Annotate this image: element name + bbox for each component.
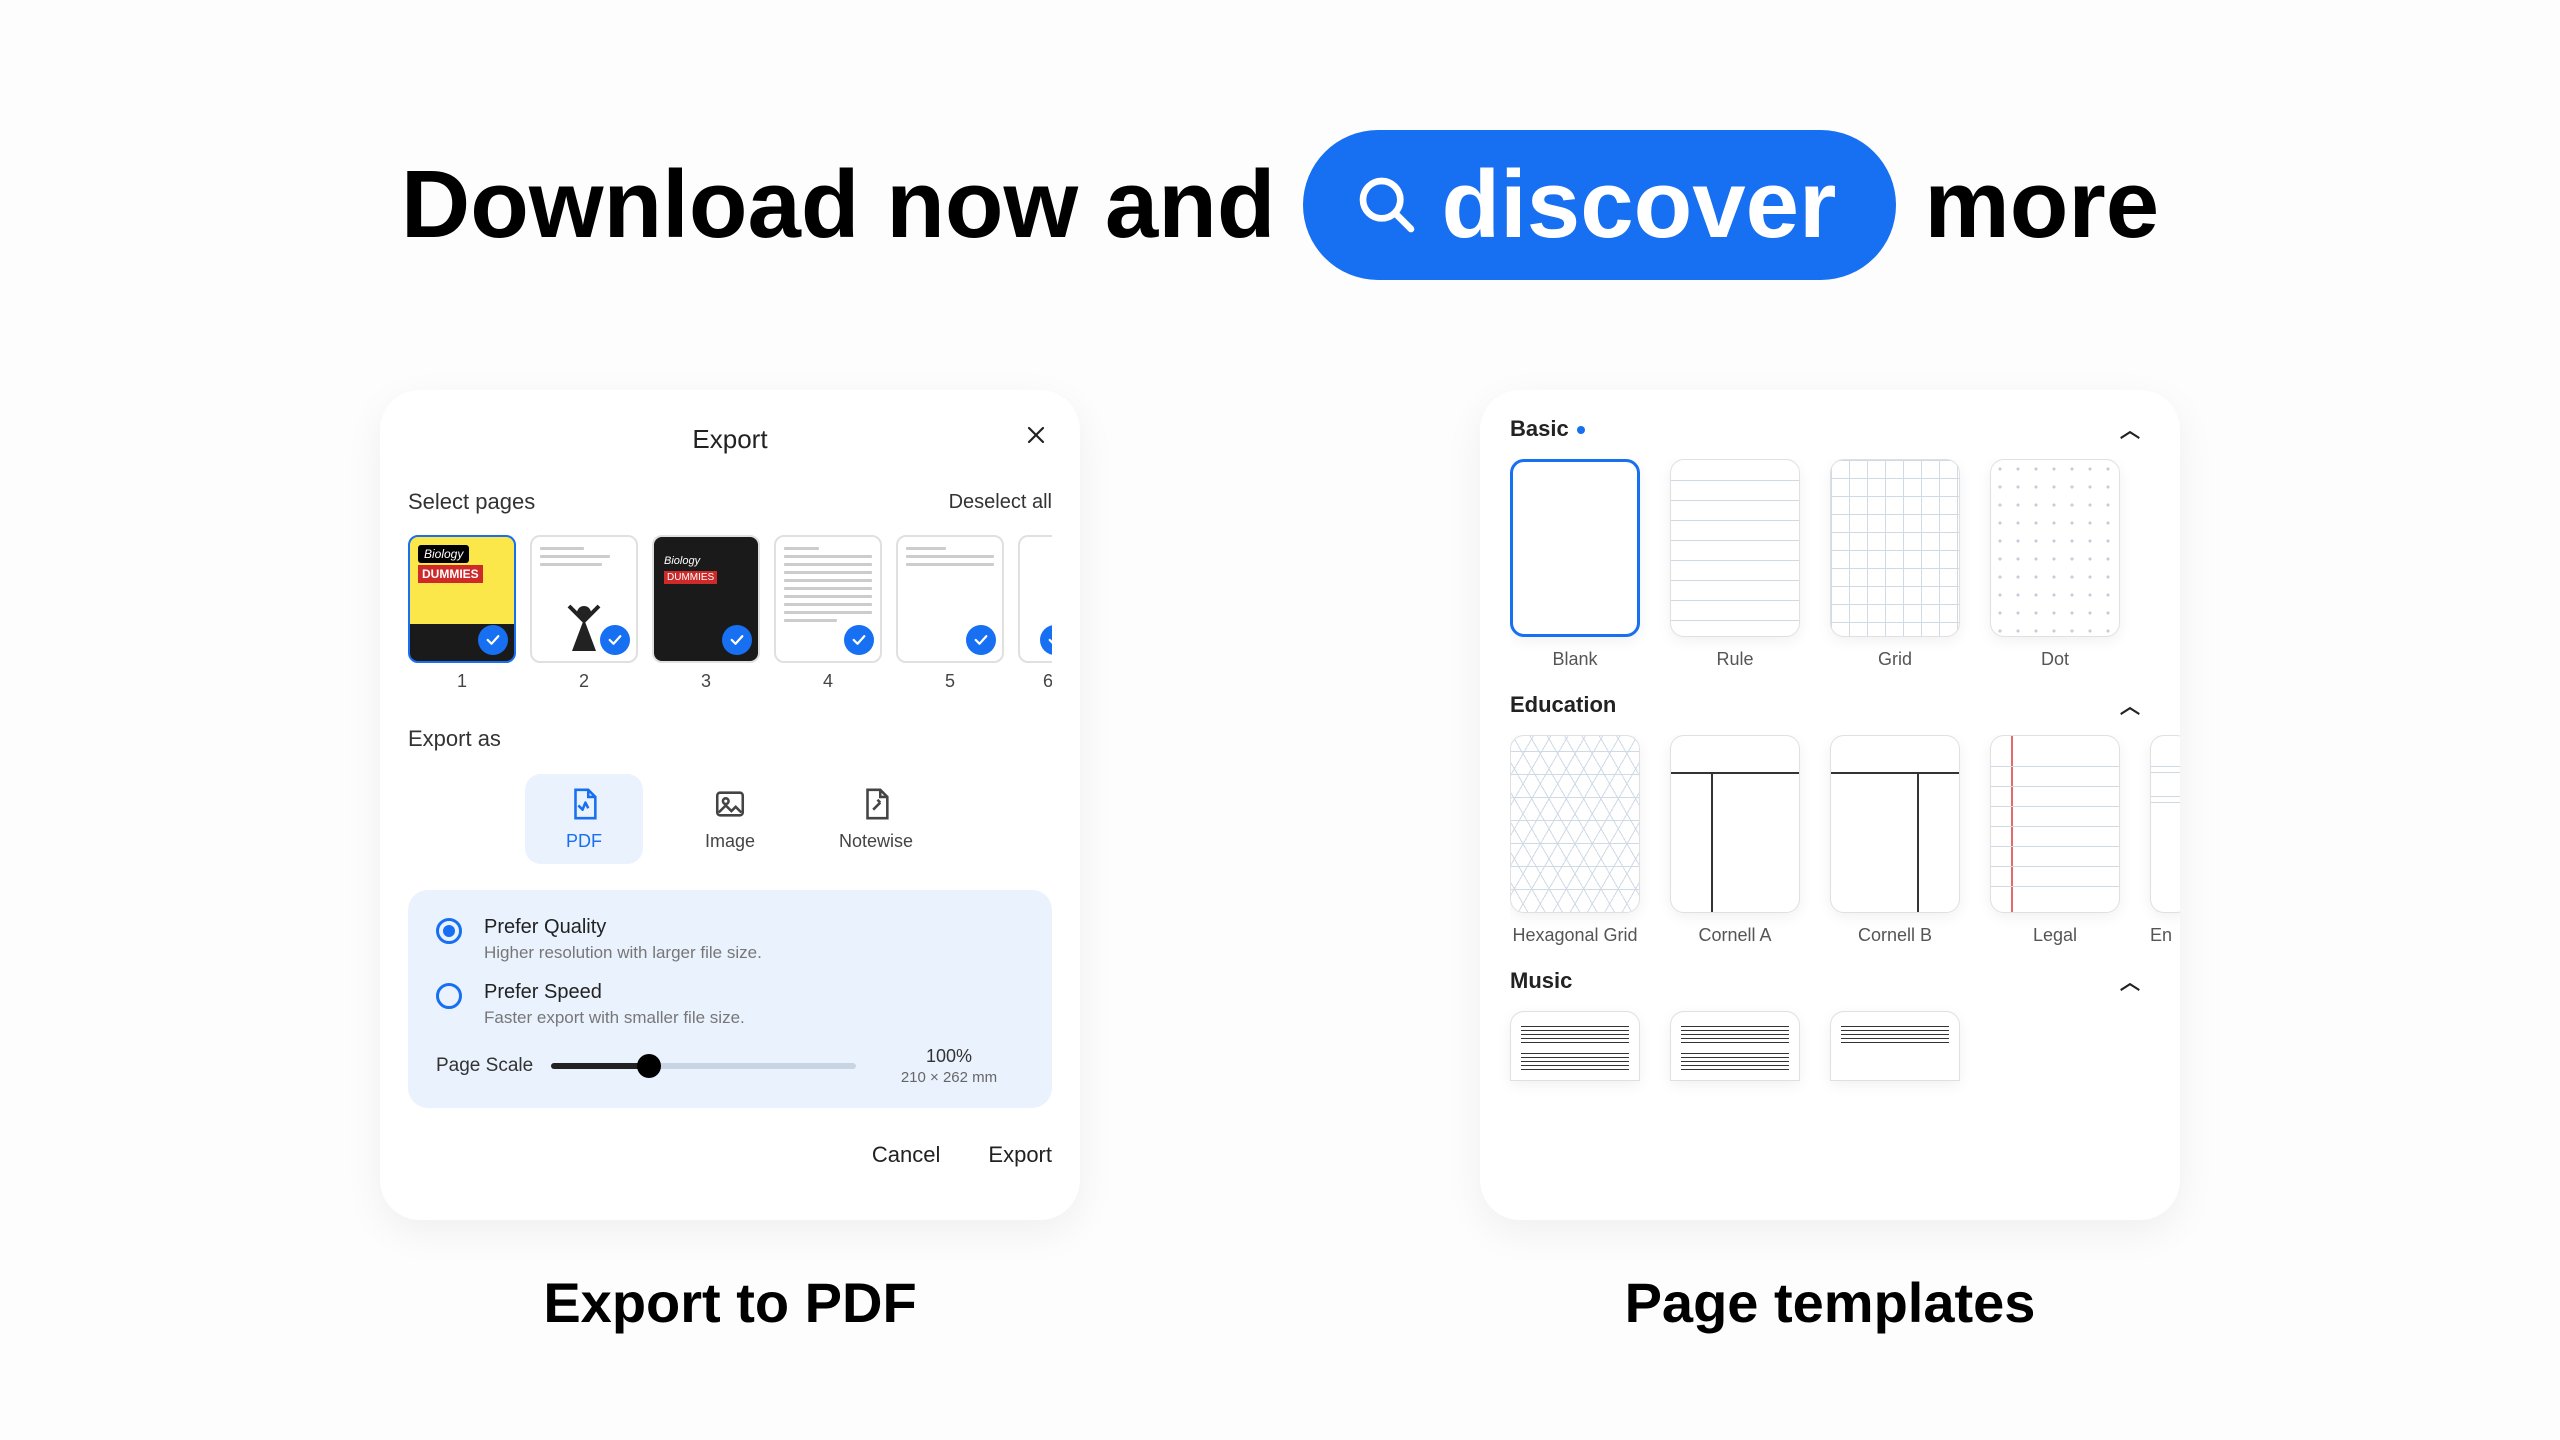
check-icon — [600, 625, 630, 655]
page-scale-label: Page Scale — [436, 1055, 533, 1077]
check-icon — [478, 625, 508, 655]
radio-icon — [436, 983, 462, 1009]
caption-right: Page templates — [1625, 1270, 2036, 1335]
template-dot[interactable]: Dot — [1990, 459, 2120, 670]
check-icon — [844, 625, 874, 655]
headline-pre: Download now and — [401, 150, 1276, 260]
active-dot-icon — [1577, 426, 1585, 434]
radio-speed[interactable]: Prefer Speed Faster export with smaller … — [436, 981, 1024, 1028]
page-thumb-5[interactable]: 5 — [896, 535, 1004, 692]
template-english[interactable]: En — [2150, 735, 2180, 946]
export-title: Export — [692, 424, 767, 454]
pdf-icon — [567, 787, 601, 821]
chevron-up-icon: ︿ — [2120, 414, 2140, 443]
export-panel: Export Select pages Deselect all Biology… — [380, 390, 1080, 1220]
deselect-all-button[interactable]: Deselect all — [949, 491, 1052, 514]
template-legal[interactable]: Legal — [1990, 735, 2120, 946]
check-icon — [722, 625, 752, 655]
template-music-2[interactable] — [1670, 1011, 1800, 1081]
page-thumb-2[interactable]: 2 — [530, 535, 638, 692]
close-button[interactable] — [1026, 420, 1046, 452]
section-education-header[interactable]: Education ︿ — [1510, 690, 2180, 719]
page-thumb-4[interactable]: 4 — [774, 535, 882, 692]
pages-strip: BiologyDUMMIES 1 2 BiologyDUMMIES — [408, 535, 1052, 698]
image-icon — [713, 787, 747, 821]
templates-panel: Basic ︿ Blank Rule Grid — [1480, 390, 2180, 1220]
radio-quality[interactable]: Prefer Quality Higher resolution with la… — [436, 916, 1024, 963]
search-icon — [1355, 173, 1419, 237]
section-basic-header[interactable]: Basic ︿ — [1510, 414, 2180, 443]
chevron-up-icon: ︿ — [2120, 690, 2140, 719]
template-cornell-a[interactable]: Cornell A — [1670, 735, 1800, 946]
scale-readout: 100% 210 × 262 mm — [874, 1046, 1024, 1086]
page-scale-slider[interactable] — [551, 1063, 856, 1069]
discover-pill[interactable]: discover — [1303, 130, 1896, 280]
check-icon — [1040, 625, 1052, 655]
notewise-icon — [859, 787, 893, 821]
format-notewise[interactable]: Notewise — [817, 774, 935, 864]
export-as-label: Export as — [408, 726, 1052, 752]
cancel-button[interactable]: Cancel — [872, 1142, 940, 1168]
chevron-up-icon: ︿ — [2120, 966, 2140, 995]
page-thumb-3[interactable]: BiologyDUMMIES 3 — [652, 535, 760, 692]
radio-icon — [436, 918, 462, 944]
template-music-3[interactable] — [1830, 1011, 1960, 1081]
template-music-1[interactable] — [1510, 1011, 1640, 1081]
select-pages-label: Select pages — [408, 489, 535, 515]
person-icon — [564, 601, 604, 661]
template-cornell-b[interactable]: Cornell B — [1830, 735, 1960, 946]
section-music-header[interactable]: Music ︿ — [1510, 966, 2180, 995]
discover-text: discover — [1441, 150, 1836, 260]
template-grid[interactable]: Grid — [1830, 459, 1960, 670]
headline-post: more — [1924, 150, 2159, 260]
quality-box: Prefer Quality Higher resolution with la… — [408, 890, 1052, 1108]
export-button[interactable]: Export — [988, 1142, 1052, 1168]
template-blank[interactable]: Blank — [1510, 459, 1640, 670]
template-hexagonal[interactable]: Hexagonal Grid — [1510, 735, 1640, 946]
close-icon — [1026, 425, 1046, 445]
page-thumb-6[interactable]: 6 — [1018, 535, 1052, 692]
caption-left: Export to PDF — [543, 1270, 916, 1335]
template-rule[interactable]: Rule — [1670, 459, 1800, 670]
page-thumb-1[interactable]: BiologyDUMMIES 1 — [408, 535, 516, 692]
format-pdf[interactable]: PDF — [525, 774, 643, 864]
format-image[interactable]: Image — [671, 774, 789, 864]
check-icon — [966, 625, 996, 655]
headline: Download now and discover more — [0, 0, 2560, 280]
